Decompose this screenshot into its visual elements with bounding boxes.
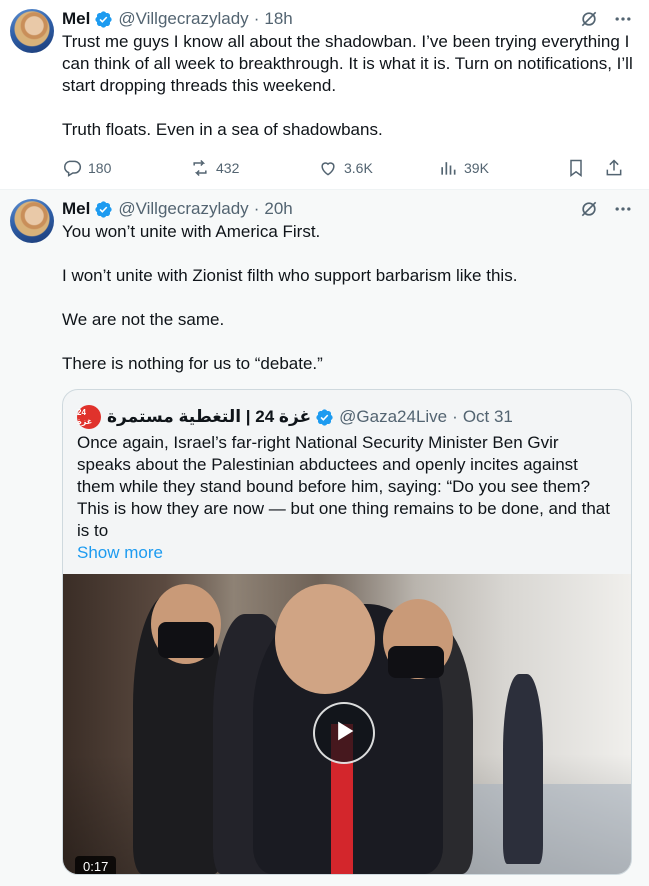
separator-dot: · <box>452 407 458 426</box>
quoted-tweet[interactable]: 24 غزة غزة 24 | التغطية مستمرة @Gaza24Li… <box>62 389 632 875</box>
more-icon[interactable] <box>613 9 633 29</box>
quoted-timestamp[interactable]: Oct 31 <box>463 407 513 427</box>
tweet-paragraph: I won’t unite with Zionist filth who sup… <box>62 266 518 285</box>
repost-button[interactable]: 432 <box>190 158 318 178</box>
video-mask <box>158 622 214 658</box>
timestamp[interactable]: 18h <box>264 9 292 29</box>
share-button[interactable] <box>604 158 624 178</box>
tweet-header: Mel @Villgecrazylady · 20h <box>62 198 633 220</box>
quoted-tweet-header: 24 غزة غزة 24 | التغطية مستمرة @Gaza24Li… <box>77 404 631 430</box>
author-name[interactable]: Mel <box>62 199 90 219</box>
tweet-paragraph: We are not the same. <box>62 310 225 329</box>
repost-count: 432 <box>216 160 240 176</box>
action-bar: 180 432 3.6K 39K <box>62 157 633 179</box>
share-icon <box>604 158 624 178</box>
video-mask <box>388 646 444 678</box>
repost-icon <box>190 158 210 178</box>
avatar[interactable] <box>10 199 54 243</box>
more-icon[interactable] <box>613 199 633 219</box>
video-face <box>275 584 375 694</box>
view-count: 39K <box>464 160 489 176</box>
bookmark-button[interactable] <box>566 158 586 178</box>
verified-badge-icon <box>315 408 334 427</box>
verified-badge-icon <box>94 200 113 219</box>
reply-icon <box>62 158 82 178</box>
quoted-author-name[interactable]: غزة 24 | التغطية مستمرة <box>107 407 311 427</box>
like-button[interactable]: 3.6K <box>318 158 438 178</box>
quoted-tweet-text: Once again, Israel’s far-right National … <box>77 433 610 540</box>
quoted-author-handle[interactable]: @Gaza24Live <box>339 407 447 427</box>
author-handle[interactable]: @Villgecrazylady <box>118 9 248 29</box>
timestamp[interactable]: 20h <box>264 199 292 219</box>
show-more-link[interactable]: Show more <box>77 542 617 564</box>
tweet-header: Mel @Villgecrazylady · 18h <box>62 8 633 30</box>
tweet-paragraph: There is nothing for us to “debate.” <box>62 354 323 373</box>
author-handle[interactable]: @Villgecrazylady <box>118 199 248 219</box>
tweet[interactable]: Mel @Villgecrazylady · 18h Trust me guys… <box>0 0 649 190</box>
grok-icon[interactable] <box>579 9 599 29</box>
author-name[interactable]: Mel <box>62 9 90 29</box>
play-button[interactable] <box>313 702 375 764</box>
tweet-paragraph: You won’t unite with America First. <box>62 222 321 241</box>
heart-icon <box>318 158 338 178</box>
reply-button[interactable]: 180 <box>62 158 190 178</box>
separator-dot: · <box>253 199 260 218</box>
play-icon <box>330 717 358 750</box>
tweet-paragraph: Truth floats. Even in a sea of shadowban… <box>62 120 383 139</box>
separator-dot: · <box>253 9 260 28</box>
tweet[interactable]: Mel @Villgecrazylady · 20h You won’t uni… <box>0 190 649 886</box>
verified-badge-icon <box>94 10 113 29</box>
reply-count: 180 <box>88 160 112 176</box>
avatar[interactable] <box>10 9 54 53</box>
grok-icon[interactable] <box>579 199 599 219</box>
video-figure <box>503 674 543 864</box>
like-count: 3.6K <box>344 160 373 176</box>
video-player[interactable]: 0:17 <box>63 574 631 874</box>
views-icon <box>438 158 458 178</box>
quoted-avatar[interactable]: 24 غزة <box>77 405 101 429</box>
views-button[interactable]: 39K <box>438 158 566 178</box>
video-duration: 0:17 <box>75 856 117 874</box>
tweet-text: Trust me guys I know all about the shado… <box>62 31 633 141</box>
bookmark-icon <box>566 158 586 178</box>
tweet-paragraph: Trust me guys I know all about the shado… <box>62 32 633 95</box>
tweet-text: You won’t unite with America First. I wo… <box>62 221 633 375</box>
